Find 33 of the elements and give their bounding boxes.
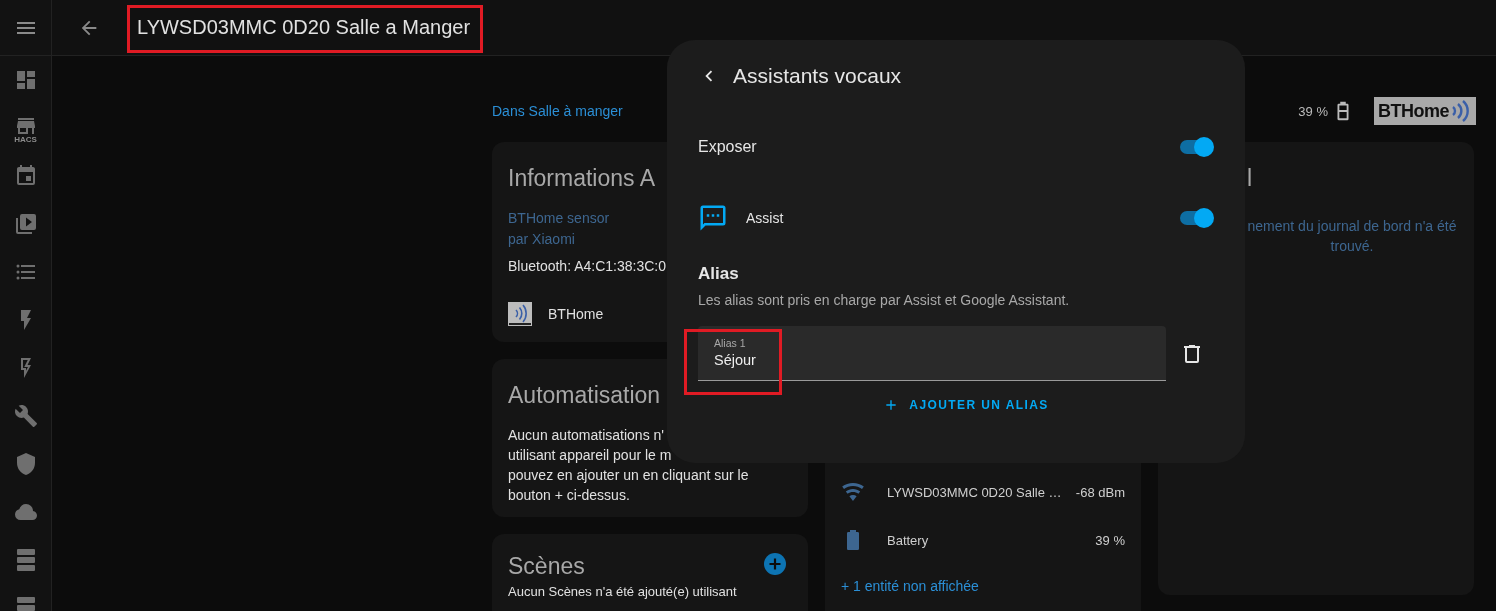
area-link[interactable]: Dans Salle à manger (492, 103, 623, 119)
card-title: Scènes (508, 552, 585, 581)
toggle-switch[interactable] (1178, 208, 1214, 228)
media-icon[interactable] (13, 212, 38, 236)
card-title: Informations A (508, 164, 656, 193)
integration-logo-icon (508, 302, 532, 326)
section-heading: Alias (698, 264, 740, 284)
add-alias-button[interactable]: AJOUTER UN ALIAS (875, 393, 1057, 417)
bthome-logo: BTHome (1374, 97, 1476, 125)
store-label: HACS (14, 135, 37, 144)
integration-link[interactable]: BTHome (548, 304, 604, 324)
assistant-label: Assist (746, 210, 784, 226)
connection-text: Bluetooth: A4:C1:38:3C:0 (508, 257, 666, 276)
manufacturer-text: par Xiaomi (508, 230, 576, 249)
expose-label: Exposer (698, 138, 757, 156)
empty-message: Aucun automatisations n' utilisant appareil pour le m pouvez en ajouter un en cliquant sur le bouton + ci-dessus. (508, 426, 749, 505)
dialog-title: Assistants vocaux (733, 64, 902, 88)
card-title: l (1247, 164, 1253, 193)
wrench-icon[interactable] (13, 404, 38, 428)
card-title: Automatisation (508, 381, 661, 410)
help-text: Les alias sont pris en charge par Assist et Google Assistant. (698, 292, 1071, 308)
store-icon[interactable]: HACS (11, 112, 40, 144)
add-icon[interactable] (764, 553, 786, 575)
page-title: LYWSD03MMC 0D20 Salle a Manger (137, 16, 471, 39)
entity-row[interactable]: Battery 39 % (841, 516, 1125, 564)
empty-message: Aucun Scènes n'a été ajouté(e) utilisant (508, 584, 737, 600)
chat-icon (698, 203, 728, 233)
battery-reading: 39 % (1298, 103, 1328, 119)
alias-field[interactable]: Alias 1 Séjour (698, 326, 1166, 381)
empty-message: nement du journal de bord n'a été trouvé. (1247, 217, 1457, 256)
more-entities-link[interactable]: + 1 entité non affichée (841, 578, 979, 594)
entity-row[interactable]: LYWSD03MMC 0D20 Salle … -68 dBm (841, 468, 1125, 516)
toggle-switch[interactable] (1178, 137, 1214, 157)
